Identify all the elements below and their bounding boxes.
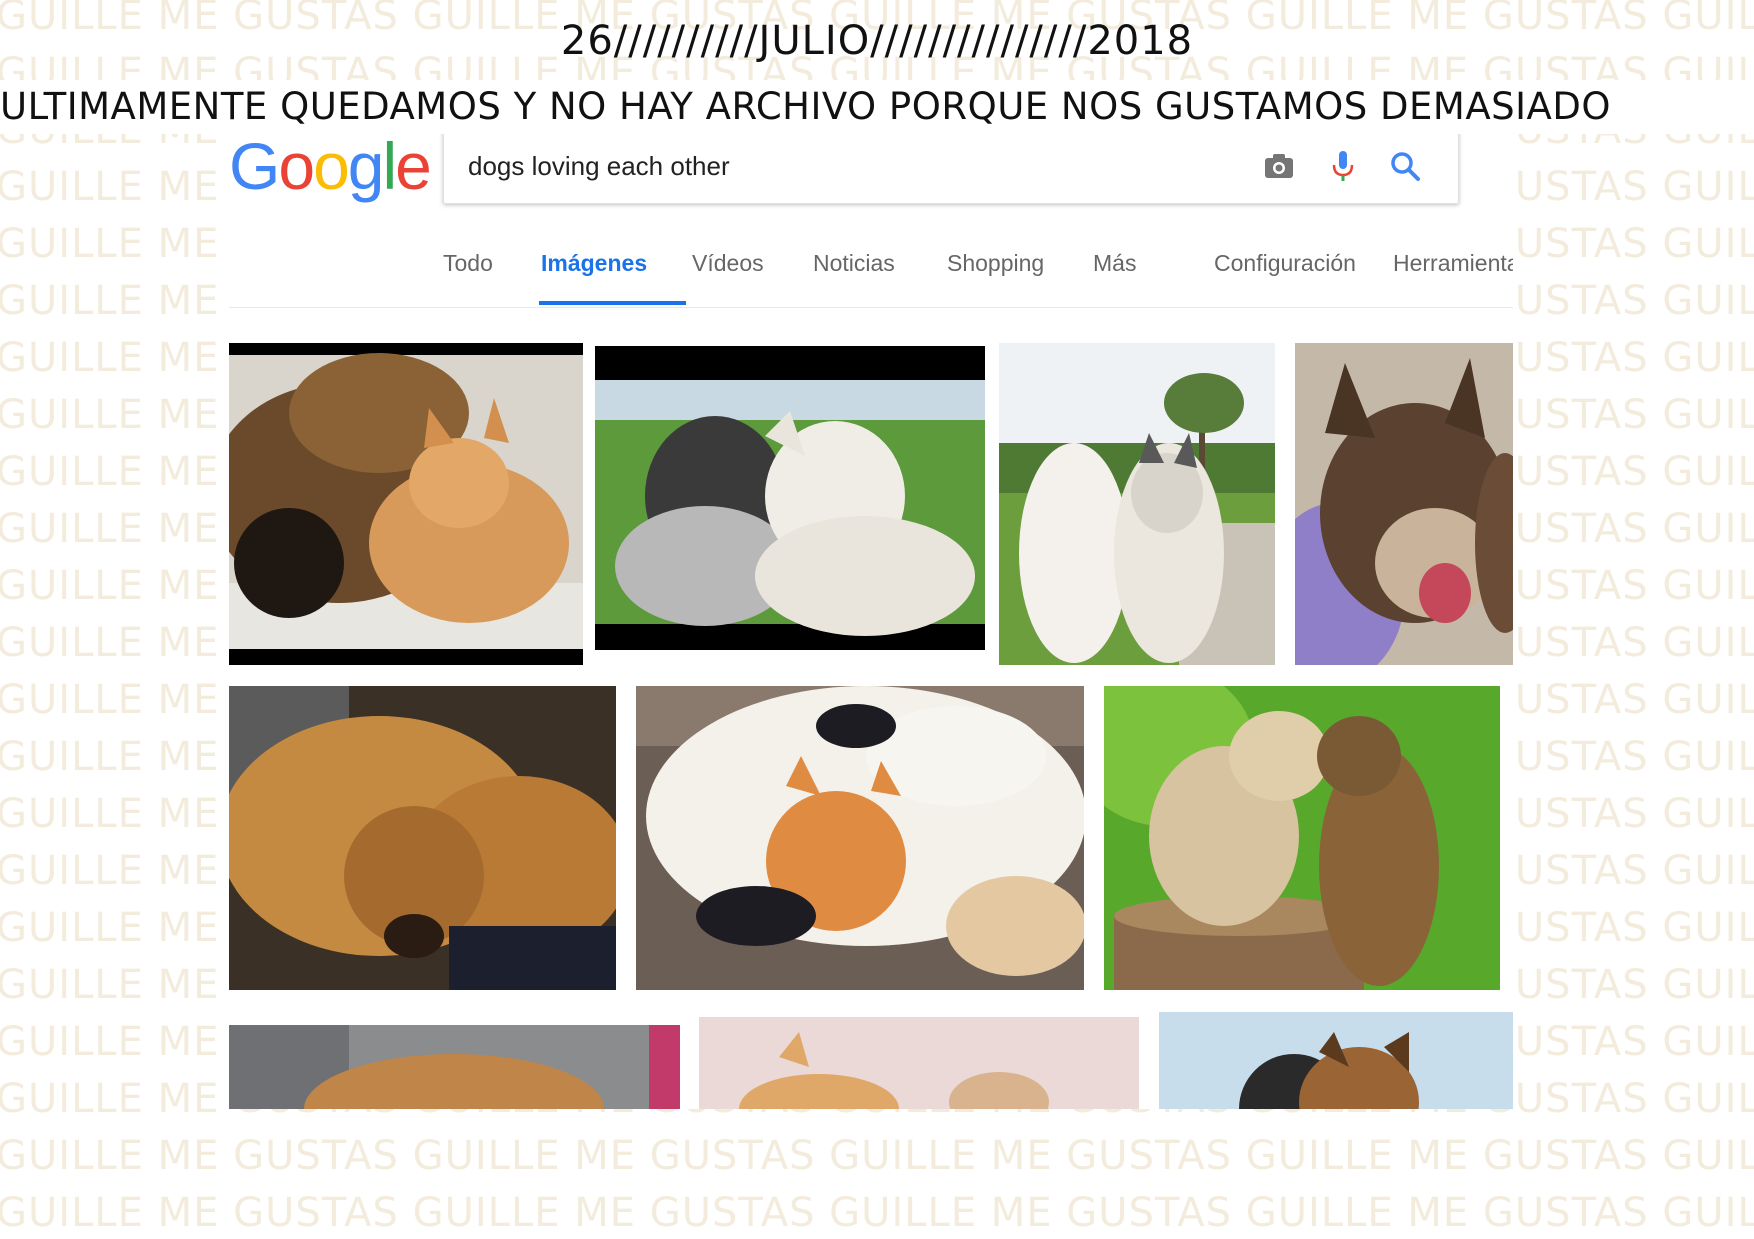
tab-videos[interactable]: Vídeos — [692, 250, 764, 277]
image-result[interactable] — [999, 343, 1275, 665]
image-result[interactable] — [229, 1025, 680, 1109]
image-result[interactable] — [595, 346, 985, 650]
watermark-row: GUILLE ME GUSTAS GUILLE ME GUSTAS GUILLE… — [0, 1133, 1754, 1179]
logo-letter-o1: o — [278, 129, 315, 203]
logo-letter-e: e — [395, 129, 432, 203]
logo-letter-g2: g — [347, 129, 385, 203]
google-logo[interactable]: Google — [229, 129, 432, 203]
tab-shopping[interactable]: Shopping — [947, 250, 1044, 277]
image-result[interactable] — [229, 343, 583, 665]
tab-noticias[interactable]: Noticias — [813, 250, 895, 277]
search-input[interactable] — [466, 147, 1230, 185]
tab-mas[interactable]: Más — [1093, 250, 1136, 277]
image-result[interactable] — [1104, 686, 1500, 990]
tab-imagenes[interactable]: Imágenes — [541, 250, 647, 277]
image-result[interactable] — [1159, 1012, 1513, 1109]
logo-letter-l: l — [382, 129, 398, 203]
logo-letter-g: G — [229, 129, 280, 203]
image-result[interactable] — [1295, 343, 1513, 665]
microphone-icon[interactable] — [1326, 149, 1360, 183]
tab-todo[interactable]: Todo — [443, 250, 493, 277]
search-icon[interactable] — [1388, 149, 1422, 183]
image-result[interactable] — [636, 686, 1084, 990]
google-images-screenshot: Google Todo Imágenes Vídeos Noticias Sho… — [229, 124, 1513, 1109]
image-result[interactable] — [229, 686, 616, 990]
tab-configuracion[interactable]: Configuración — [1214, 250, 1356, 277]
tabs-divider — [229, 307, 1513, 308]
logo-letter-o2: o — [313, 129, 350, 203]
search-box — [443, 128, 1459, 204]
date-heading: 26//////////JULIO///////////////2018 — [560, 18, 1194, 64]
headline: ULTIMAMENTE QUEDAMOS Y NO HAY ARCHIVO PO… — [0, 80, 1754, 134]
image-result[interactable] — [699, 1017, 1139, 1109]
watermark-row: GUILLE ME GUSTAS GUILLE ME GUSTAS GUILLE… — [0, 1190, 1754, 1236]
tab-herramientas[interactable]: Herramientas — [1393, 250, 1513, 277]
camera-icon[interactable] — [1262, 149, 1296, 183]
active-tab-indicator — [539, 301, 686, 305]
